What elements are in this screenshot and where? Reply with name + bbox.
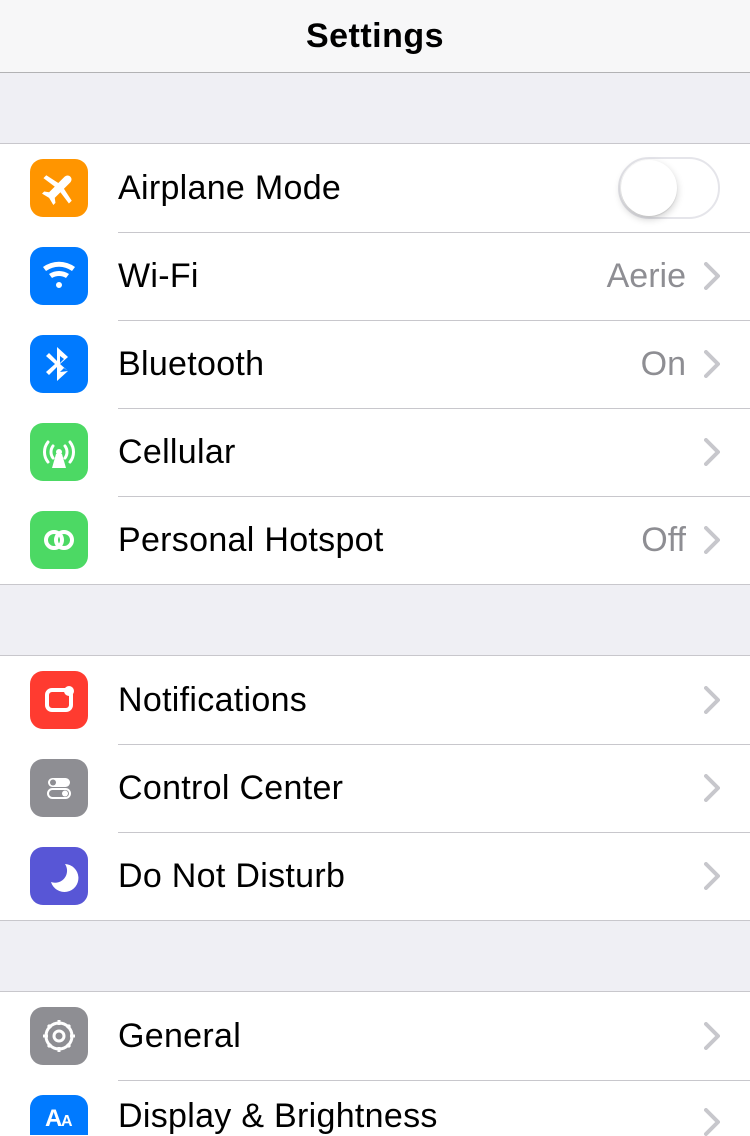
row-bluetooth[interactable]: Bluetooth On	[0, 320, 750, 408]
svg-text:A: A	[45, 1105, 62, 1130]
display-brightness-icon: A A	[30, 1095, 88, 1135]
page-title: Settings	[306, 17, 444, 56]
airplane-icon	[30, 159, 88, 217]
chevron-right-icon	[704, 686, 720, 714]
row-label: Notifications	[118, 681, 698, 720]
group-gap	[0, 921, 750, 991]
group-gap	[0, 585, 750, 655]
wifi-value: Aerie	[607, 257, 686, 296]
group-gap	[0, 73, 750, 143]
row-cellular[interactable]: Cellular	[0, 408, 750, 496]
row-label: Do Not Disturb	[118, 857, 698, 896]
toggle-knob	[621, 160, 677, 216]
settings-group-alerts: Notifications Control Center Do Not Dist…	[0, 655, 750, 921]
wifi-icon	[30, 247, 88, 305]
chevron-right-icon	[704, 438, 720, 466]
chevron-right-icon	[704, 526, 720, 554]
control-center-icon	[30, 759, 88, 817]
bluetooth-value: On	[641, 345, 686, 384]
svg-text:A: A	[61, 1113, 73, 1130]
chevron-right-icon	[704, 350, 720, 378]
row-label: Airplane Mode	[118, 169, 618, 208]
row-personal-hotspot[interactable]: Personal Hotspot Off	[0, 496, 750, 584]
bluetooth-icon	[30, 335, 88, 393]
row-notifications[interactable]: Notifications	[0, 656, 750, 744]
hotspot-icon	[30, 511, 88, 569]
chevron-right-icon	[704, 774, 720, 802]
chevron-right-icon	[704, 1108, 720, 1136]
row-label: Control Center	[118, 769, 698, 808]
row-do-not-disturb[interactable]: Do Not Disturb	[0, 832, 750, 920]
chevron-right-icon	[704, 862, 720, 890]
cellular-icon	[30, 423, 88, 481]
row-label: Wi-Fi	[118, 257, 607, 296]
settings-group-connectivity: Airplane Mode Wi-Fi Aerie Bluetooth On	[0, 143, 750, 585]
row-general[interactable]: General	[0, 992, 750, 1080]
settings-group-general: General A A Display & Brightness	[0, 991, 750, 1136]
moon-icon	[30, 847, 88, 905]
hotspot-value: Off	[641, 521, 686, 560]
row-label: Bluetooth	[118, 345, 641, 384]
settings-header: Settings	[0, 0, 750, 73]
notifications-icon	[30, 671, 88, 729]
row-label: General	[118, 1017, 698, 1056]
row-label: Personal Hotspot	[118, 521, 641, 560]
gear-icon	[30, 1007, 88, 1065]
row-label: Cellular	[118, 433, 698, 472]
chevron-right-icon	[704, 262, 720, 290]
row-wifi[interactable]: Wi-Fi Aerie	[0, 232, 750, 320]
row-airplane-mode[interactable]: Airplane Mode	[0, 144, 750, 232]
row-display-brightness[interactable]: A A Display & Brightness	[0, 1080, 750, 1136]
chevron-right-icon	[704, 1022, 720, 1050]
row-control-center[interactable]: Control Center	[0, 744, 750, 832]
airplane-mode-toggle[interactable]	[618, 157, 720, 219]
